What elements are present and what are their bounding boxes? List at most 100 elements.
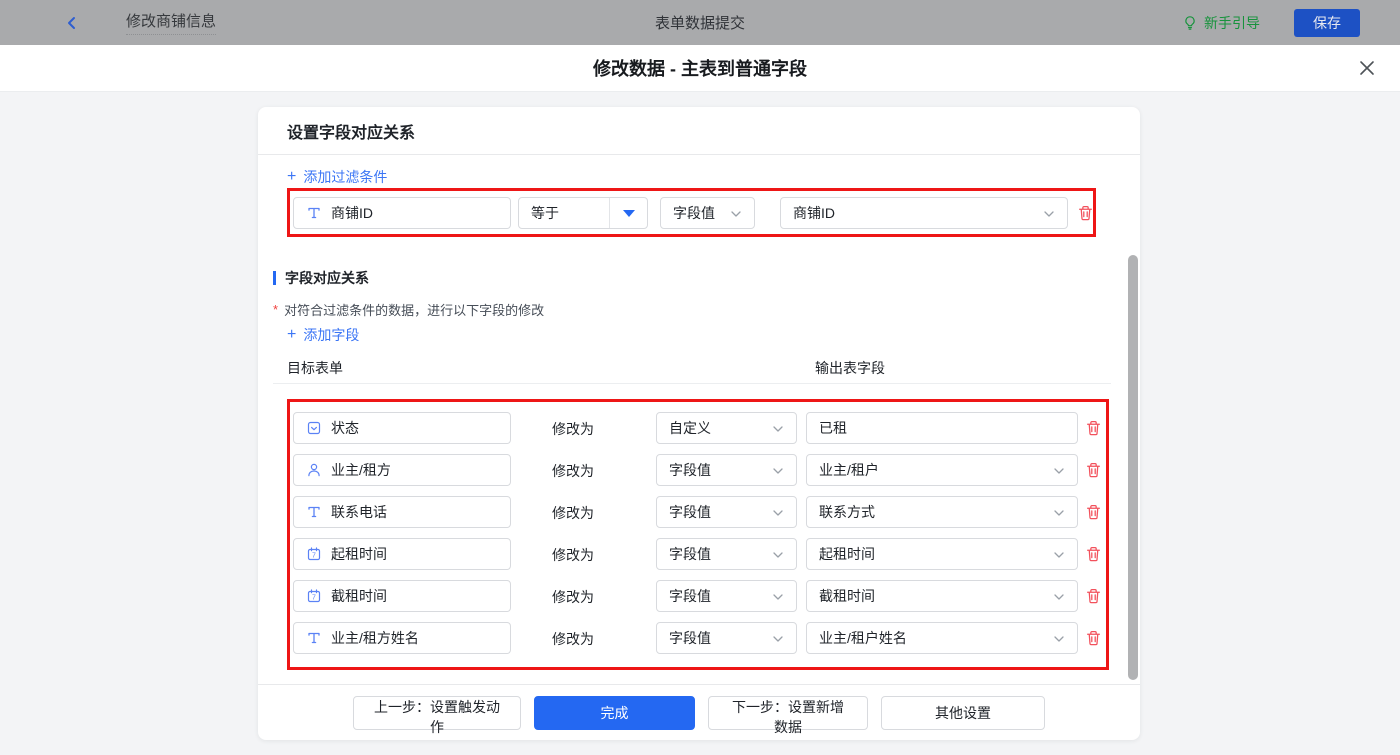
target-field-input[interactable]: 7 联系电话 — [293, 496, 511, 528]
other-settings-button[interactable]: 其他设置 — [881, 695, 1045, 730]
delete-row-icon[interactable] — [1085, 587, 1102, 605]
caret-down-icon — [622, 209, 635, 217]
calendar-icon: 7 — [306, 546, 322, 562]
panel-content: + 添加过滤条件 商铺ID 等于 字段值 商铺ID 字段对应关系 * 对符合过滤… — [258, 155, 1140, 684]
modify-to-label: 修改为 — [552, 631, 594, 647]
output-field-select[interactable]: 业主/租户姓名 — [806, 622, 1078, 654]
delete-row-icon[interactable] — [1085, 545, 1102, 563]
scrollbar-thumb[interactable] — [1128, 255, 1138, 680]
value-type-select[interactable]: 字段值 — [656, 580, 797, 612]
delete-row-icon[interactable] — [1085, 461, 1102, 479]
output-field-value: 业主/租户姓名 — [819, 630, 907, 646]
person-icon — [306, 462, 322, 478]
modify-to-label: 修改为 — [552, 421, 594, 437]
select-field-icon — [306, 420, 322, 436]
beginner-guide-link[interactable]: 新手引导 — [1182, 13, 1260, 33]
target-field-label: 截租时间 — [331, 588, 387, 604]
output-field-value: 截租时间 — [819, 588, 875, 604]
filter-value-type-select[interactable]: 字段值 — [660, 197, 755, 229]
chevron-down-icon — [770, 589, 786, 605]
modify-to-label: 修改为 — [552, 505, 594, 521]
target-field-input[interactable]: 7 业主/租方 — [293, 454, 511, 486]
target-field-input[interactable]: 7 截租时间 — [293, 580, 511, 612]
operator-caret-zone[interactable] — [609, 198, 647, 228]
output-field-select[interactable]: 联系方式 — [806, 496, 1078, 528]
guide-label: 新手引导 — [1204, 14, 1260, 31]
add-filter-label: 添加过滤条件 — [303, 169, 388, 185]
svg-text:7: 7 — [312, 595, 316, 602]
value-type-select[interactable]: 字段值 — [656, 496, 797, 528]
column-divider — [273, 383, 1111, 384]
close-icon[interactable] — [1358, 59, 1376, 77]
chevron-down-icon — [770, 463, 786, 479]
mapping-panel: 设置字段对应关系 + 添加过滤条件 商铺ID 等于 字段值 商铺ID 字段对应关… — [258, 107, 1140, 740]
column-output-field: 输出表字段 — [815, 360, 885, 376]
value-type-select[interactable]: 字段值 — [656, 454, 797, 486]
target-field-input[interactable]: 7 起租时间 — [293, 538, 511, 570]
value-type-value: 自定义 — [669, 420, 711, 436]
plus-icon: + — [287, 326, 297, 343]
chevron-down-icon — [1041, 206, 1057, 222]
text-field-icon — [306, 504, 322, 520]
filter-value-select[interactable]: 商铺ID — [780, 197, 1068, 229]
column-target-form: 目标表单 — [287, 360, 343, 376]
field-mapping-row: 7 截租时间 修改为 字段值 截租时间 — [287, 580, 1109, 612]
value-type-select[interactable]: 自定义 — [656, 412, 797, 444]
filter-field-input[interactable]: 商铺ID — [293, 197, 511, 229]
output-field-value: 联系方式 — [819, 504, 875, 520]
section-title-label: 字段对应关系 — [285, 270, 369, 286]
value-type-select[interactable]: 字段值 — [656, 538, 797, 570]
panel-footer: 上一步：设置触发动作 完成 下一步：设置新增数据 其他设置 — [258, 684, 1140, 740]
filter-value-value: 商铺ID — [793, 205, 835, 221]
target-field-input[interactable]: 7 状态 — [293, 412, 511, 444]
output-field-select[interactable]: 业主/租户 — [806, 454, 1078, 486]
field-mapping-row: 7 联系电话 修改为 字段值 联系方式 — [287, 496, 1109, 528]
lightbulb-icon — [1185, 15, 1195, 30]
filter-operator-select[interactable]: 等于 — [518, 197, 648, 229]
prev-step-button[interactable]: 上一步：设置触发动作 — [353, 695, 521, 735]
top-toolbar: 修改商铺信息 表单数据提交 新手引导 保存 — [0, 0, 1400, 45]
next-step-button[interactable]: 下一步：设置新增数据 — [708, 695, 868, 735]
modify-to-label: 修改为 — [552, 547, 594, 563]
modify-to-label: 修改为 — [552, 589, 594, 605]
section-description: * 对符合过滤条件的数据，进行以下字段的修改 — [273, 300, 544, 319]
calendar-icon: 7 — [306, 588, 322, 604]
delete-row-icon[interactable] — [1085, 419, 1102, 437]
add-field-label: 添加字段 — [303, 327, 360, 343]
chevron-down-icon — [1051, 505, 1067, 521]
chevron-down-icon — [770, 505, 786, 521]
value-type-value: 字段值 — [669, 630, 711, 646]
section-title-bar — [273, 271, 276, 285]
field-mapping-row: 7 状态 修改为 自定义 已租 — [287, 412, 1109, 444]
chevron-down-icon — [728, 206, 744, 222]
filter-field-label: 商铺ID — [331, 205, 373, 221]
delete-filter-icon[interactable] — [1077, 204, 1094, 222]
output-field-select[interactable]: 已租 — [806, 412, 1078, 444]
chevron-down-icon — [770, 631, 786, 647]
delete-row-icon[interactable] — [1085, 503, 1102, 521]
field-mapping-row: 7 业主/租方 修改为 字段值 业主/租户 — [287, 454, 1109, 486]
add-filter-link[interactable]: + 添加过滤条件 — [287, 167, 387, 187]
target-field-label: 状态 — [331, 420, 359, 436]
field-mapping-list: 7 状态 修改为 自定义 已租 — [287, 399, 1109, 664]
value-type-value: 字段值 — [669, 546, 711, 562]
done-button[interactable]: 完成 — [534, 695, 695, 730]
delete-row-icon[interactable] — [1085, 629, 1102, 647]
dialog-body: 设置字段对应关系 + 添加过滤条件 商铺ID 等于 字段值 商铺ID 字段对应关… — [0, 92, 1400, 755]
output-field-select[interactable]: 截租时间 — [806, 580, 1078, 612]
target-field-label: 起租时间 — [331, 546, 387, 562]
modify-to-label: 修改为 — [552, 463, 594, 479]
target-field-input[interactable]: 7 业主/租方姓名 — [293, 622, 511, 654]
panel-title: 设置字段对应关系 — [258, 107, 1140, 155]
dialog-title: 修改数据 - 主表到普通字段 — [593, 59, 807, 79]
value-type-select[interactable]: 字段值 — [656, 622, 797, 654]
value-type-value: 字段值 — [669, 462, 711, 478]
output-field-select[interactable]: 起租时间 — [806, 538, 1078, 570]
chevron-down-icon — [1051, 631, 1067, 647]
section-title: 字段对应关系 — [273, 268, 369, 288]
add-field-link[interactable]: + 添加字段 — [287, 325, 359, 345]
output-field-value: 已租 — [819, 420, 847, 436]
target-field-label: 联系电话 — [331, 504, 387, 520]
save-button[interactable]: 保存 — [1294, 8, 1360, 37]
text-field-icon — [306, 205, 322, 221]
